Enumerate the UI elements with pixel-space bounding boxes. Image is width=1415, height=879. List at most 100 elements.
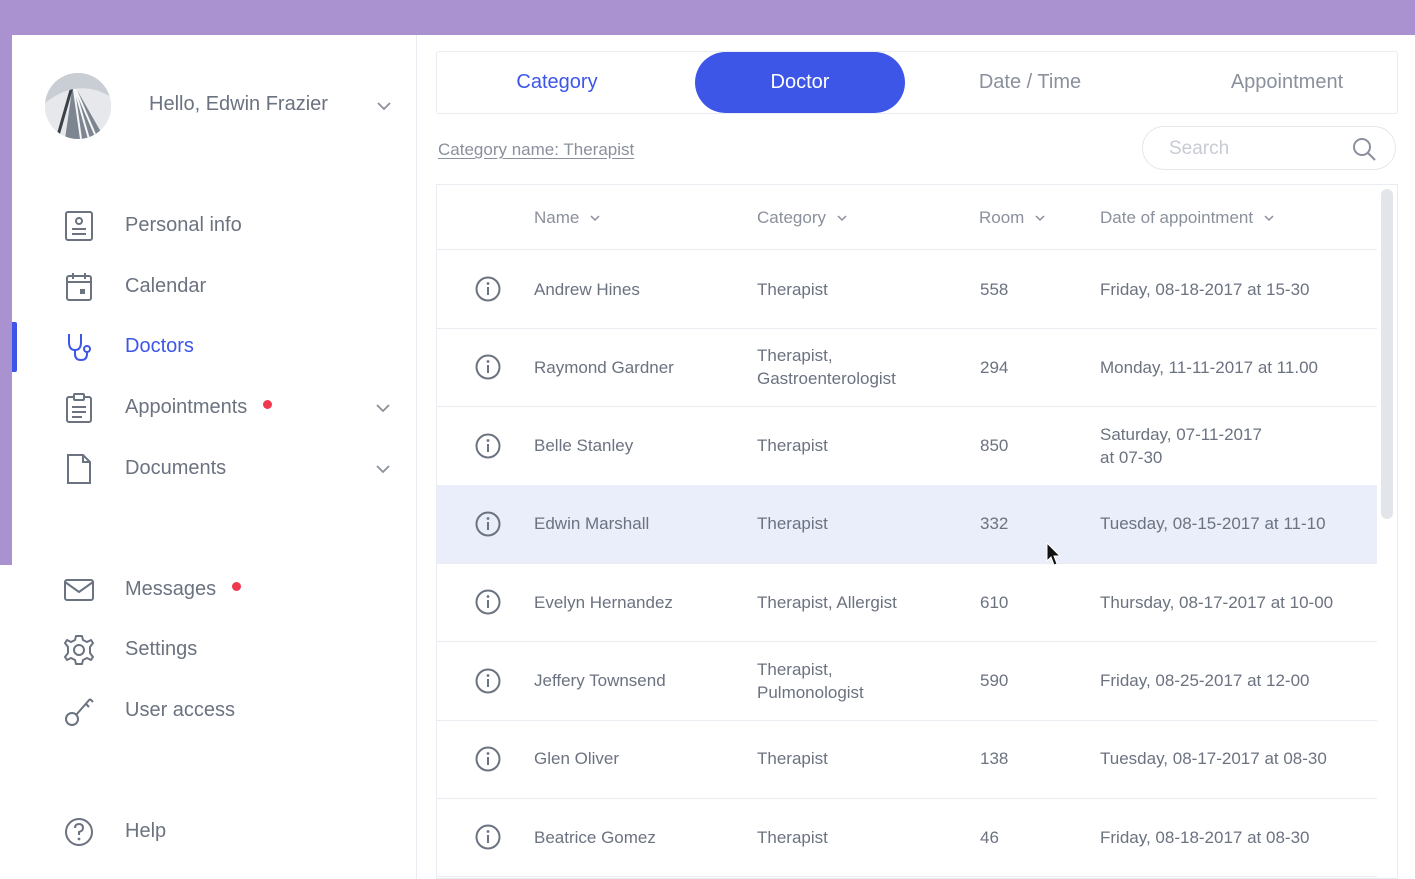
sidebar-item-appointments[interactable]: Appointments xyxy=(12,383,416,433)
chevron-down-icon[interactable] xyxy=(374,399,392,417)
info-icon[interactable] xyxy=(475,824,501,850)
category-name-link[interactable]: Category name: Therapist xyxy=(438,140,634,160)
active-indicator xyxy=(12,322,17,372)
sidebar-item-doctors[interactable]: Doctors xyxy=(12,322,416,372)
table-row[interactable]: Raymond Gardner Therapist, Gastroenterolog… xyxy=(437,328,1377,408)
doctor-category: Therapist xyxy=(757,747,828,770)
doctor-name: Raymond Gardner xyxy=(534,357,674,377)
sidebar-item-label: Documents xyxy=(125,457,227,479)
info-icon[interactable] xyxy=(475,433,501,459)
help-icon xyxy=(65,818,93,846)
date-line: Saturday, 07-11-2017 xyxy=(1100,424,1262,444)
column-header-room[interactable]: Room xyxy=(979,208,1046,228)
sidebar-item-documents[interactable]: Documents xyxy=(12,444,416,494)
avatar[interactable] xyxy=(45,73,111,139)
mouse-cursor-icon xyxy=(1046,542,1062,566)
chevron-down-icon[interactable] xyxy=(374,460,392,478)
date-line: Tuesday, 08-17-2017 at 08-30 xyxy=(1100,749,1327,769)
table-row[interactable]: Belle Stanley Therapist 850 Saturday, 07-11… xyxy=(437,407,1377,486)
search-input[interactable] xyxy=(1167,135,1341,163)
column-header-category[interactable]: Category xyxy=(757,208,848,228)
key-icon xyxy=(65,698,94,726)
table-row[interactable]: Edwin Marshall Therapist 332 Tuesday, 08-15… xyxy=(437,484,1377,564)
appointment-date: Thursday, 08-17-2017 at 10-00 xyxy=(1100,591,1333,614)
column-header-name[interactable]: Name xyxy=(534,208,601,228)
sidebar-item-personal-info[interactable]: Personal info xyxy=(12,201,416,251)
doctor-category: Therapist xyxy=(757,434,828,457)
column-header-label: Room xyxy=(979,208,1025,227)
table-row[interactable]: Beatrice Gomez Therapist 46 Friday, 08-18-2… xyxy=(437,798,1377,878)
notification-dot xyxy=(232,582,242,592)
sidebar-item-label: User access xyxy=(125,699,236,721)
calendar-icon xyxy=(66,273,92,301)
date-line: at 07-30 xyxy=(1100,447,1163,467)
doctor-name: Glen Oliver xyxy=(534,749,620,769)
table-row[interactable]: Andrew Hines Therapist 558 Friday, 08-18-20… xyxy=(437,250,1377,329)
column-header-label: Date of appointment xyxy=(1100,208,1254,227)
sidebar-item-label: Appointments xyxy=(125,396,273,419)
column-header-date[interactable]: Date of appointment xyxy=(1100,208,1275,228)
table-row[interactable]: Evelyn Hernandez Therapist, Allergist 610 T… xyxy=(437,563,1377,643)
appointment-date: Friday, 08-18-2017 at 08-30 xyxy=(1100,826,1309,849)
table-header: Name Category Room Date of appointment xyxy=(437,185,1377,250)
sidebar-item-label: Settings xyxy=(125,638,198,660)
document-icon xyxy=(67,454,91,484)
room-number: 138 xyxy=(980,749,1009,769)
date-line: Tuesday, 08-15-2017 at 11-10 xyxy=(1100,514,1326,534)
info-icon[interactable] xyxy=(475,589,501,615)
room-number: 558 xyxy=(980,279,1009,299)
doctor-category: Therapist, Pulmonologist xyxy=(757,658,864,704)
category-line: Therapist xyxy=(757,514,828,534)
category-line: Pulmonologist xyxy=(757,682,864,702)
info-icon[interactable] xyxy=(475,746,501,772)
search-icon[interactable] xyxy=(1351,136,1377,162)
sidebar-item-help[interactable]: Help xyxy=(12,807,416,857)
chevron-down-icon xyxy=(590,214,600,221)
search-box[interactable] xyxy=(1142,126,1396,170)
sidebar-item-messages[interactable]: Messages xyxy=(12,565,416,615)
sidebar-item-label-text: Appointments xyxy=(125,396,248,418)
id-card-icon xyxy=(65,211,93,241)
doctor-category: Therapist xyxy=(757,278,828,301)
chevron-down-icon[interactable] xyxy=(375,97,393,115)
sidebar-item-settings[interactable]: Settings xyxy=(12,625,416,675)
category-line: Therapist xyxy=(757,749,828,769)
doctor-name: Jeffery Townsend xyxy=(534,671,666,690)
doctor-category: Therapist xyxy=(757,512,828,535)
appointment-date: Tuesday, 08-15-2017 at 11-10 xyxy=(1100,512,1326,535)
profile-greeting: Hello, Edwin Frazier xyxy=(149,93,328,115)
info-icon[interactable] xyxy=(475,354,501,380)
gear-icon xyxy=(64,635,94,665)
background-white-strip xyxy=(0,565,12,879)
date-line: Friday, 08-18-2017 at 08-30 xyxy=(1100,827,1310,847)
info-icon[interactable] xyxy=(475,511,501,537)
tab-appointment[interactable]: Appointment xyxy=(1177,52,1397,113)
room-number: 46 xyxy=(980,827,999,847)
room-number: 332 xyxy=(980,514,1009,534)
info-icon[interactable] xyxy=(475,276,501,302)
appointment-date: Friday, 08-25-2017 at 12-00 xyxy=(1100,669,1309,692)
sidebar-item-label: Help xyxy=(125,820,167,842)
sidebar-item-label: Messages xyxy=(125,578,242,601)
room-number: 294 xyxy=(980,357,1009,377)
info-icon[interactable] xyxy=(475,668,501,694)
profile-menu[interactable]: Hello, Edwin Frazier xyxy=(45,73,405,139)
sidebar-item-calendar[interactable]: Calendar xyxy=(12,262,416,312)
tab-doctor[interactable]: Doctor xyxy=(695,52,905,113)
scrollbar[interactable] xyxy=(1381,189,1393,519)
category-line: Therapist xyxy=(757,827,828,847)
table-row[interactable]: Glen Oliver Therapist 138 Tuesday, 08-17-20… xyxy=(437,720,1377,799)
tab-category[interactable]: Category xyxy=(437,52,677,113)
doctor-category: Therapist, Gastroenterologist xyxy=(757,344,896,390)
doctor-name: Beatrice Gomez xyxy=(534,827,656,847)
column-header-label: Category xyxy=(757,208,826,227)
notification-dot xyxy=(263,400,273,410)
table-row[interactable]: Jeffery Townsend Therapist, Pulmonologist 5… xyxy=(437,642,1377,721)
tab-date-time[interactable]: Date / Time xyxy=(925,52,1135,113)
clipboard-icon xyxy=(66,393,92,423)
sidebar-item-user-access[interactable]: User access xyxy=(12,686,416,736)
column-header-label: Name xyxy=(534,208,580,227)
room-number: 850 xyxy=(980,436,1009,456)
room-number: 610 xyxy=(980,592,1009,612)
chevron-down-icon xyxy=(1035,214,1045,221)
